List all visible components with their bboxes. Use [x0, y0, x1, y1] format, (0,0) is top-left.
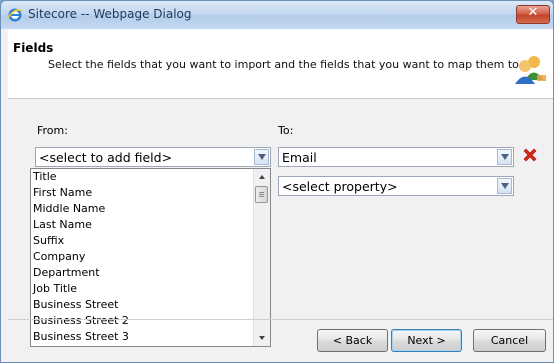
header-title: Fields: [13, 41, 54, 55]
users-icon: [515, 56, 546, 84]
to-field-value: Email: [282, 150, 317, 165]
list-item[interactable]: Suffix: [31, 233, 253, 249]
property-select-value: <select property>: [282, 179, 398, 194]
chevron-down-icon[interactable]: [254, 149, 269, 165]
to-label: To:: [278, 124, 294, 137]
list-item[interactable]: Department: [31, 265, 253, 281]
to-field-select[interactable]: Email: [278, 147, 514, 167]
footer-divider: [8, 319, 553, 320]
from-field-select[interactable]: <select to add field>: [35, 147, 271, 167]
window-title: Sitecore -- Webpage Dialog: [28, 7, 192, 21]
from-label: From:: [37, 124, 68, 137]
next-button[interactable]: Next >: [391, 329, 462, 352]
internet-explorer-icon: [7, 8, 23, 22]
dialog-header: Fields Select the fields that you want t…: [8, 29, 553, 99]
back-button[interactable]: < Back: [317, 329, 388, 352]
cancel-button[interactable]: Cancel: [473, 329, 546, 352]
scroll-up-icon[interactable]: [254, 169, 270, 185]
list-item[interactable]: Middle Name: [31, 201, 253, 217]
list-item[interactable]: Company: [31, 249, 253, 265]
scroll-thumb[interactable]: [255, 186, 268, 203]
chevron-down-icon[interactable]: [497, 178, 512, 194]
dialog-window: Sitecore -- Webpage Dialog ✕ Fields Sele…: [0, 0, 554, 363]
list-item[interactable]: Job Title: [31, 281, 253, 297]
property-select[interactable]: <select property>: [278, 176, 514, 196]
field-list[interactable]: Title First Name Middle Name Last Name S…: [30, 168, 271, 347]
list-item[interactable]: Last Name: [31, 217, 253, 233]
close-button[interactable]: ✕: [516, 5, 550, 24]
list-item[interactable]: Business Street: [31, 297, 253, 313]
close-icon: ✕: [527, 5, 539, 20]
list-item[interactable]: Business Street 3: [31, 329, 253, 345]
list-item[interactable]: First Name: [31, 185, 253, 201]
title-bar: Sitecore -- Webpage Dialog ✕: [1, 1, 553, 29]
chevron-down-icon[interactable]: [497, 149, 512, 165]
header-description: Select the fields that you want to impor…: [48, 58, 523, 71]
list-item[interactable]: Business Street 2: [31, 313, 253, 329]
scroll-down-icon[interactable]: [254, 330, 270, 346]
list-item[interactable]: Title: [31, 169, 253, 185]
from-select-value: <select to add field>: [39, 150, 173, 165]
remove-mapping-icon[interactable]: [522, 147, 538, 163]
